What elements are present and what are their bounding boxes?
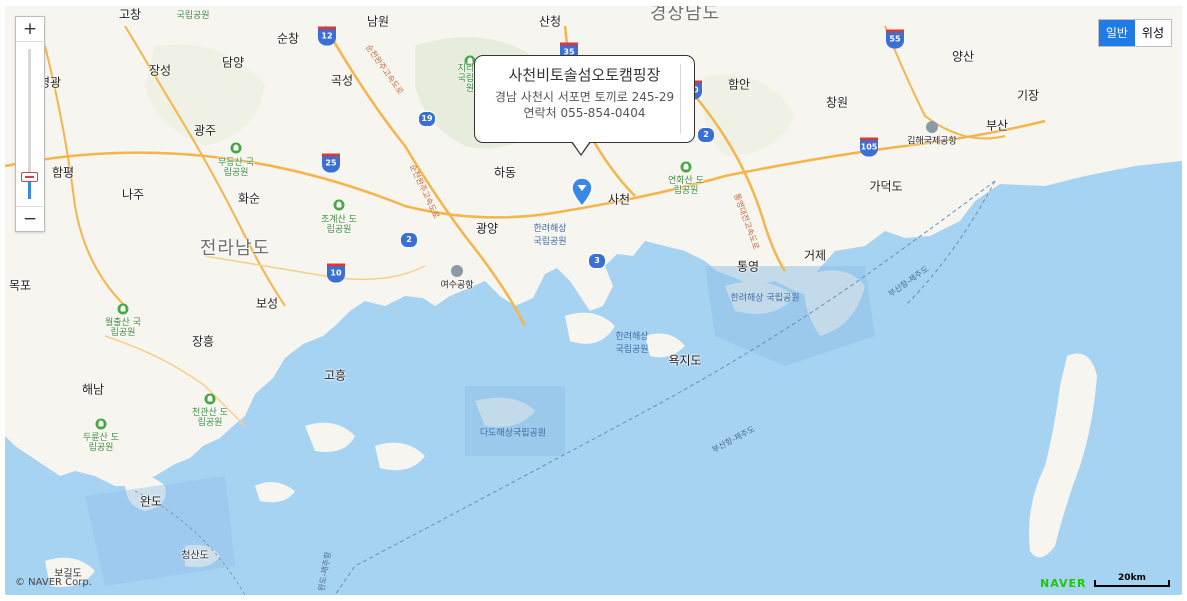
route-badge: 3 [588, 253, 606, 269]
scale-bar: 20km [1094, 573, 1170, 587]
zoom-control: + − [15, 16, 45, 232]
park-icon [333, 199, 345, 211]
city-label: 함안 [727, 77, 751, 92]
route-badge: 2 [697, 127, 715, 143]
info-popup: 사천비토솔섬오토캠핑장 경남 사천시 서포면 토끼로 245-29 연락처 05… [474, 55, 695, 143]
park-label: 천관산 도립공원 [192, 408, 228, 428]
park-label: 국립공원 [176, 11, 210, 21]
expressway-shield: 12 [318, 26, 336, 46]
airport-icon [926, 121, 938, 133]
expressway-shield: 55 [886, 29, 904, 49]
city-label: 목포 [8, 278, 32, 293]
location-marker-icon[interactable] [571, 177, 593, 207]
city-label: 나주 [121, 187, 145, 202]
city-label: 고흥 [323, 368, 347, 383]
city-label: 해남 [81, 382, 105, 397]
city-label: 장흥 [191, 334, 215, 349]
park-label: 한려해상 국립공원 [730, 293, 800, 304]
popup-scrollbar[interactable] [680, 64, 684, 134]
map-type-toggle: 일반 위성 [1097, 19, 1172, 47]
city-label: 광주 [193, 123, 217, 138]
city-label: 산청 [538, 14, 562, 29]
popup-phone: 연락처 055-854-0404 [523, 106, 646, 120]
city-label: 곡성 [330, 73, 354, 88]
city-label: 청산도 [181, 550, 209, 562]
zoom-slider-handle[interactable] [21, 171, 38, 182]
city-label: 남원 [366, 14, 390, 29]
city-label: 거제 [803, 248, 827, 263]
city-label: 완도 [139, 494, 163, 509]
city-label: 하동 [493, 165, 517, 180]
province-label: 전라남도 [199, 238, 271, 259]
expressway-shield: 25 [322, 153, 340, 173]
park-icon [230, 142, 242, 154]
zoom-out-button[interactable]: − [16, 206, 44, 231]
map-type-satellite-button[interactable]: 위성 [1135, 20, 1171, 46]
city-label: 기장 [1016, 88, 1040, 103]
airport-label: 김해국제공항 [907, 136, 957, 147]
city-label: 창원 [825, 95, 849, 110]
popup-pointer [571, 141, 591, 156]
park-icon [117, 303, 129, 315]
city-label: 욕지도 [668, 353, 702, 368]
city-label: 양산 [951, 49, 975, 64]
airport-label: 여수공항 [440, 280, 474, 291]
city-label: 보성 [255, 296, 279, 311]
city-label: 장성 [148, 63, 172, 78]
park-label: 월출산 국립공원 [105, 318, 141, 338]
city-label: 사천 [607, 192, 631, 207]
zoom-in-button[interactable]: + [16, 17, 44, 42]
park-label: 다도해상국립공원 [479, 428, 547, 439]
naver-logo: NAVER [1040, 577, 1087, 590]
city-label: 부산 [985, 118, 1009, 133]
city-label: 통영 [736, 259, 760, 274]
city-label: 함평 [51, 165, 75, 180]
park-label: 조계산 도립공원 [321, 215, 357, 235]
province-label: 경상남도 [649, 6, 721, 24]
map-canvas[interactable]: 경상남도 전라남도 고창 남원 산청 양산 장성 담양 순창 곡성 함안 영광 … [5, 6, 1182, 595]
park-icon [95, 418, 107, 430]
city-label: 고창 [118, 7, 142, 22]
city-label: 가덕도 [869, 179, 903, 194]
scale-bar-line [1094, 580, 1170, 587]
park-icon [204, 393, 216, 405]
park-label: 연화산 도립공원 [668, 176, 704, 196]
route-badge: 19 [418, 111, 436, 127]
city-label: 광양 [475, 221, 499, 236]
city-label: 순창 [276, 31, 300, 46]
park-label: 무등산 국립공원 [218, 158, 254, 178]
map-type-normal-button[interactable]: 일반 [1098, 20, 1135, 46]
park-label: 한려해상 국립공원 [615, 332, 649, 355]
popup-address: 경남 사천시 서포면 토끼로 245-29 [494, 90, 675, 104]
park-label: 두륜산 도립공원 [83, 433, 119, 453]
expressway-shield: 10 [327, 263, 345, 283]
route-badge: 2 [400, 232, 418, 248]
city-label: 담양 [221, 55, 245, 70]
park-icon [680, 161, 692, 173]
copyright-text: © NAVER Corp. [15, 577, 92, 588]
popup-title: 사천비토솔섬오토캠핑장 [508, 66, 661, 84]
park-label: 한려해상 국립공원 [533, 224, 567, 247]
airport-icon [451, 265, 463, 277]
expressway-shield: 105 [860, 137, 878, 157]
city-label: 화순 [237, 191, 261, 206]
